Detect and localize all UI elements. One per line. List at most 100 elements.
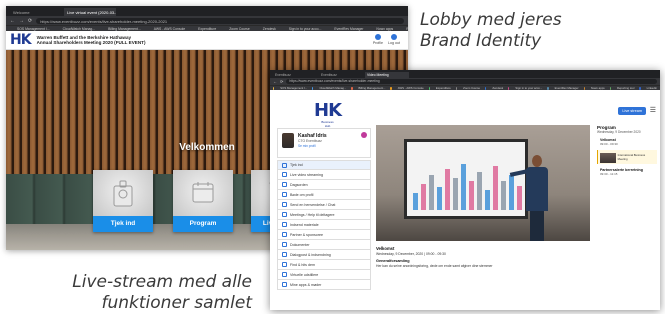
menu-item-icon — [282, 242, 287, 247]
sidebar-item[interactable]: Tjek ind — [277, 160, 371, 170]
sidebar-item[interactable]: Partner & sponsoree — [277, 230, 371, 240]
session-time: Wednesday, 9 December, 2020 | 09:00 - 09… — [376, 252, 446, 256]
sidebar-item-label: Find & hits dem — [290, 262, 315, 267]
logout-button[interactable]: Log out — [388, 34, 400, 45]
screen-bar — [421, 184, 426, 210]
menu-item-icon — [282, 282, 287, 287]
caption-line: Live-stream med alle — [72, 272, 252, 292]
menu-item-icon — [282, 232, 287, 237]
bookmark-item[interactable]: Nowx apps — [376, 27, 393, 31]
screen-bar — [461, 164, 466, 210]
livestream-screenshot: Eventbuzz Eventbuzz Video Meeting ← ⟳ ht… — [270, 70, 660, 310]
session-info: Velkomst Wednesday, 9 December, 2020 | 0… — [376, 246, 590, 268]
screen-bar — [437, 187, 442, 210]
sidebar-item[interactable]: Live video streaming — [277, 170, 371, 180]
sidebar-item[interactable]: Dagsorden — [277, 180, 371, 190]
bookmark-item[interactable]: CloudWatch Manag... — [319, 86, 346, 90]
menu-item-icon — [282, 222, 287, 227]
url-input[interactable]: https://www.eventbuzz.com/events/live-sh… — [286, 79, 657, 84]
forward-icon[interactable]: → — [19, 18, 24, 24]
tile-check-in[interactable]: Tjek ind — [93, 170, 153, 232]
sidebar-item[interactable]: Indsend materiale — [277, 220, 371, 230]
browser-tab[interactable]: Video Meeting — [365, 72, 409, 78]
caption-line: Brand Identity — [420, 31, 542, 51]
browser-address-bar: ← ⟳ https://www.eventbuzz.com/events/liv… — [270, 78, 660, 85]
program-item[interactable]: Partnersalerte berretning 09:30 - 11:15 — [597, 167, 657, 177]
id-badge-icon — [113, 180, 133, 207]
sidebar-item-label: Dagsorden — [290, 182, 308, 187]
program-date: Wednesday, 9 December 2020 — [597, 130, 641, 134]
bookmark-item[interactable]: EventRev Manager — [555, 86, 579, 90]
bookmark-item[interactable]: Linkedin — [647, 86, 657, 90]
caption-line: Lobby med jeres — [420, 10, 562, 30]
browser-tab[interactable]: Welcome — [10, 8, 62, 16]
profile-button[interactable]: Profile — [373, 34, 383, 45]
tile-program[interactable]: Program — [173, 170, 233, 232]
profile-link[interactable]: Se min profil — [298, 144, 316, 148]
bookmark-item[interactable]: SOS Management I... — [280, 86, 307, 90]
bookmark-item[interactable]: Zoom Course — [229, 27, 250, 31]
program-item-title: International Business Meeting — [617, 153, 646, 161]
browser-tab-bar: Welcome Live virtual event (2020-03-...) — [6, 6, 408, 16]
bookmark-favicon-icon — [312, 86, 314, 90]
sidebar-menu: Tjek ind Live video streaming Dagsorden Bød… — [277, 160, 371, 290]
sidebar-item-label: Bøde om profil — [290, 192, 314, 197]
back-icon[interactable]: ← — [10, 18, 15, 24]
browser-tab[interactable]: Eventbuzz — [273, 72, 317, 78]
live-video-player[interactable] — [376, 125, 590, 241]
tile-label: Program — [173, 216, 233, 232]
reload-icon[interactable]: ⟳ — [280, 79, 283, 84]
browser-tab[interactable]: Eventbuzz — [319, 72, 363, 78]
sidebar-item-label: Virtuelle udstillere — [290, 272, 319, 277]
bookmark-item[interactable]: Zendesk — [263, 27, 276, 31]
notification-badge[interactable] — [361, 132, 367, 138]
sidebar-item[interactable]: Dokumenter — [277, 240, 371, 250]
bookmark-item[interactable]: Nowx apps — [591, 86, 605, 90]
menu-item-icon — [282, 172, 287, 177]
bookmark-item[interactable]: Expenditure — [436, 86, 451, 90]
bookmark-item[interactable]: Zoom Course — [463, 86, 480, 90]
bookmark-item[interactable]: Sign in to your acco... — [515, 86, 542, 90]
sidebar-item[interactable]: Meetings / Help til deltagere — [277, 210, 371, 220]
bookmark-item[interactable]: CloudWatch Manag... — [63, 27, 95, 31]
screen-bar — [453, 178, 458, 210]
screen-bar — [477, 172, 482, 210]
sidebar-item[interactable]: Virtuelle udstillere — [277, 270, 371, 280]
sidebar-item[interactable]: Find & hits dem — [277, 260, 371, 270]
bookmark-item[interactable]: Expenditure — [198, 27, 216, 31]
bookmark-item[interactable]: Zendesk — [492, 86, 503, 90]
menu-item-icon — [282, 252, 287, 257]
hk-logo: HK — [10, 32, 32, 48]
back-icon[interactable]: ← — [273, 79, 277, 84]
bookmark-item[interactable]: EventRev Manager — [334, 27, 363, 31]
url-input[interactable]: https://www.eventbuzz.com/events/live-sh… — [36, 17, 404, 24]
screen-bar — [429, 175, 434, 210]
menu-item-icon — [282, 182, 287, 187]
hamburger-menu-icon[interactable]: ☰ — [650, 106, 656, 114]
bookmark-item[interactable]: Reporting tool — [406, 27, 408, 31]
bookmark-favicon-icon — [485, 86, 487, 90]
bookmarks-bar: SOS Management I... CloudWatch Manag... Bi… — [270, 85, 660, 90]
browser-tab[interactable]: Live virtual event (2020-03-...) — [64, 8, 116, 16]
live-stream-button[interactable]: Live stream — [618, 107, 646, 115]
lobby-header: HK Warren Buffett and the Berkshire Hath… — [6, 31, 408, 50]
bookmark-item[interactable]: AWS - AWS Console — [154, 27, 185, 31]
bookmark-item[interactable]: AWS - AWS Console — [398, 86, 424, 90]
sidebar-item[interactable]: Dialogpost & indsendning — [277, 250, 371, 260]
bookmark-item[interactable]: Reporting tool — [617, 86, 634, 90]
bookmark-item[interactable]: SOS Management I... — [17, 27, 50, 31]
sidebar-item-label: Indsend materiale — [290, 222, 319, 227]
sidebar-item-label: Send en henvendelse / Chat — [290, 202, 336, 207]
program-item[interactable]: Velkomst 09:00 - 09:30 — [597, 137, 657, 147]
sidebar-item-label: Tjek ind — [290, 163, 303, 167]
program-item[interactable]: International Business Meeting — [597, 150, 657, 164]
bookmark-item[interactable]: Billing Management... — [359, 86, 386, 90]
bookmark-item[interactable]: Sign in to your acco... — [289, 27, 322, 31]
reload-icon[interactable]: ⟳ — [28, 18, 32, 24]
presentation-screen — [404, 139, 528, 219]
sidebar-item[interactable]: Mine apps & møder — [277, 280, 371, 290]
sidebar-item[interactable]: Bøde om profil — [277, 190, 371, 200]
bookmark-favicon-icon — [273, 86, 275, 90]
sidebar-item[interactable]: Send en henvendelse / Chat — [277, 200, 371, 210]
bookmark-item[interactable]: Billing Management... — [108, 27, 141, 31]
